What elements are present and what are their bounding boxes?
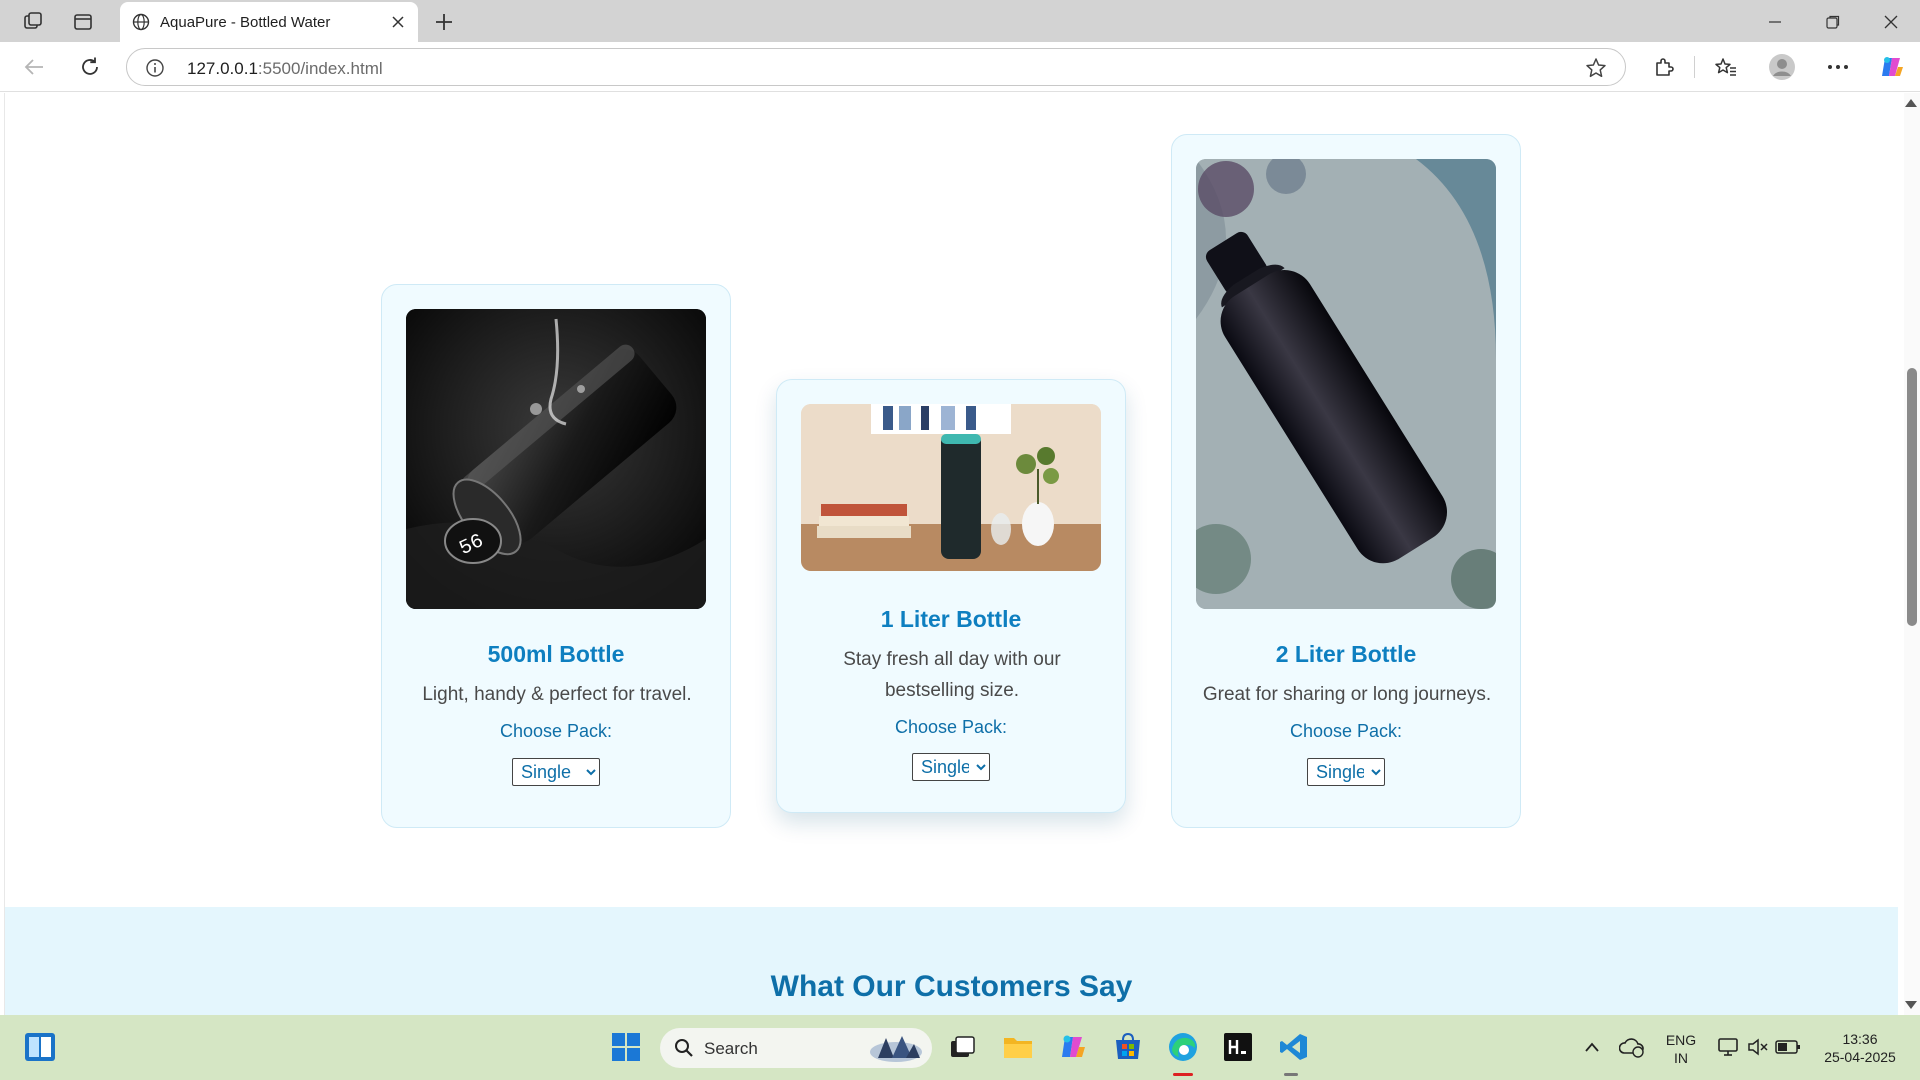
pack-select-2l[interactable]: Single <box>1307 758 1385 786</box>
choose-pack-label: Choose Pack: <box>894 717 1008 737</box>
address-bar[interactable]: 127.0.0.1:5500/index.html <box>126 48 1626 86</box>
clock-date: 25-04-2025 <box>1824 1049 1896 1065</box>
edge-browser-icon[interactable] <box>1165 1029 1201 1065</box>
clock[interactable]: 13:36 25-04-2025 <box>1810 1030 1910 1066</box>
windows-taskbar: Search ENG IN 13:36 25-04-2025 <box>0 1015 1920 1080</box>
product-image-500ml: 56 <box>406 309 706 609</box>
start-windows-icon[interactable] <box>608 1029 644 1065</box>
extensions-icon[interactable] <box>1648 52 1680 82</box>
language-indicator[interactable]: ENG IN <box>1660 1031 1702 1067</box>
close-window-button[interactable] <box>1876 8 1906 36</box>
refresh-icon[interactable] <box>74 52 106 82</box>
product-card-500ml: 56 500ml Bottle Light, handy & perfect f… <box>381 284 731 828</box>
product-title: 500ml Bottle <box>487 641 625 667</box>
product-card-1l: 1 Liter Bottle Stay fresh all day with o… <box>776 379 1126 813</box>
running-app-indicator <box>1284 1073 1298 1076</box>
region-code: IN <box>1674 1050 1688 1066</box>
clock-time: 13:36 <box>1842 1031 1878 1047</box>
choose-pack-label: Choose Pack: <box>1289 721 1403 741</box>
restore-button[interactable] <box>1818 8 1848 36</box>
page-scrollbar[interactable] <box>1904 93 1920 1015</box>
active-tab[interactable]: AquaPure - Bottled Water <box>120 2 418 42</box>
workspaces-icon[interactable] <box>20 9 46 35</box>
tab-title: AquaPure - Bottled Water <box>160 14 331 31</box>
language-code: ENG <box>1665 1032 1697 1048</box>
tab-actions-icon[interactable] <box>70 9 96 35</box>
taskbar-search[interactable]: Search <box>660 1028 932 1068</box>
choose-pack-label: Choose Pack: <box>499 721 613 741</box>
show-hidden-icons-chevron[interactable] <box>1574 1029 1610 1065</box>
product-description: Light, handy & perfect for travel. <box>422 684 692 705</box>
github-desktop-icon[interactable] <box>1220 1029 1256 1065</box>
site-info-icon[interactable] <box>145 58 165 83</box>
onedrive-sync-icon[interactable] <box>1614 1029 1650 1065</box>
testimonials-heading: What Our Customers Say <box>770 970 1133 1003</box>
scroll-thumb[interactable] <box>1907 368 1917 626</box>
browser-toolbar: 127.0.0.1:5500/index.html <box>0 42 1920 92</box>
pack-select-500ml[interactable]: Single <box>512 758 600 786</box>
scroll-down-arrow-icon[interactable] <box>1905 1001 1917 1009</box>
task-view-icon[interactable] <box>944 1029 980 1065</box>
search-highlight-icon <box>868 1032 924 1069</box>
active-app-indicator <box>1173 1073 1193 1076</box>
globe-icon <box>132 13 150 36</box>
search-label: Search <box>704 1039 758 1058</box>
page-viewport: 56 500ml Bottle Light, handy & perfect f… <box>0 93 1920 1015</box>
toolbar-divider <box>1694 56 1695 78</box>
close-tab-icon[interactable] <box>388 12 408 32</box>
product-description: Stay fresh all day with our bestselling … <box>843 649 1061 701</box>
favorite-star-icon[interactable] <box>1585 57 1607 84</box>
tab-bar: AquaPure - Bottled Water <box>0 0 1920 42</box>
product-description: Great for sharing or long journeys. <box>1202 684 1492 705</box>
microsoft-store-icon[interactable] <box>1110 1029 1146 1065</box>
profile-avatar[interactable] <box>1766 52 1798 82</box>
scroll-up-arrow-icon[interactable] <box>1905 99 1917 107</box>
more-options-icon[interactable] <box>1822 52 1854 82</box>
url-text: 127.0.0.1:5500/index.html <box>187 59 383 78</box>
copilot-app-icon[interactable] <box>1055 1029 1091 1065</box>
product-image-1l <box>801 404 1101 571</box>
favorites-icon[interactable] <box>1710 52 1742 82</box>
product-image-2l <box>1196 159 1496 609</box>
page-edge <box>4 93 5 1015</box>
search-icon <box>674 1038 694 1063</box>
minimize-button[interactable] <box>1760 8 1790 36</box>
product-card-2l: 2 Liter Bottle Great for sharing or long… <box>1171 134 1521 828</box>
testimonials-section: What Our Customers Say <box>5 907 1898 1015</box>
vscode-icon[interactable] <box>1276 1029 1312 1065</box>
copilot-icon[interactable] <box>1876 52 1908 82</box>
file-explorer-icon[interactable] <box>1000 1029 1036 1065</box>
product-title: 2 Liter Bottle <box>1275 641 1417 667</box>
battery-icon[interactable] <box>1770 1029 1806 1065</box>
new-tab-button[interactable] <box>430 8 458 36</box>
pack-select-1l[interactable]: Single <box>912 753 990 781</box>
widgets-icon[interactable] <box>22 1029 58 1065</box>
product-title: 1 Liter Bottle <box>880 606 1022 632</box>
back-arrow-icon[interactable] <box>18 52 50 82</box>
